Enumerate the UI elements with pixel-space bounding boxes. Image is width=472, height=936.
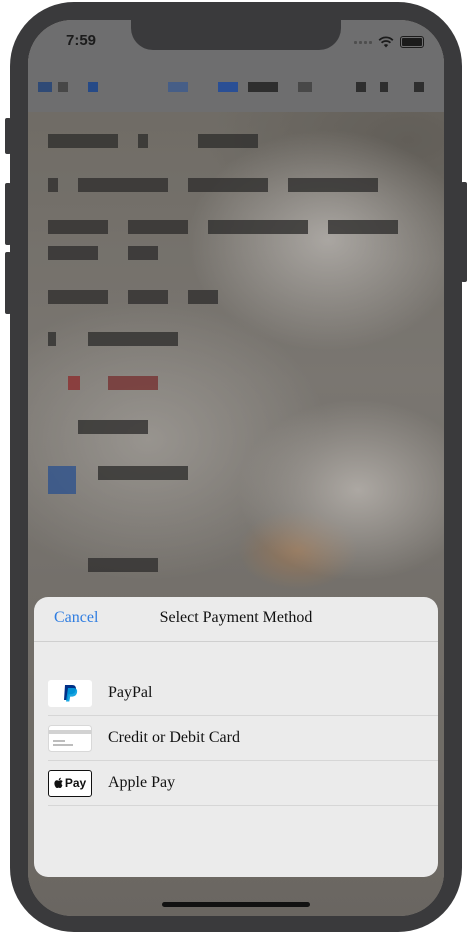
apple-logo-icon xyxy=(54,777,63,788)
apple-pay-icon: Pay xyxy=(48,769,92,797)
sheet-header: Cancel Select Payment Method xyxy=(34,597,438,642)
apple-pay-badge-text: Pay xyxy=(64,776,87,790)
payment-method-label: Apple Pay xyxy=(108,774,176,791)
paypal-icon xyxy=(48,679,92,707)
payment-method-apple-pay[interactable]: Pay Apple Pay xyxy=(48,761,438,806)
home-indicator xyxy=(162,902,310,907)
sheet-title: Select Payment Method xyxy=(159,609,313,626)
payment-method-card[interactable]: Credit or Debit Card xyxy=(48,716,438,761)
payment-method-label: PayPal xyxy=(108,684,153,701)
payment-method-label: Credit or Debit Card xyxy=(108,729,240,746)
credit-card-icon xyxy=(48,724,92,752)
payment-method-list: PayPal Credit or Debit Card Pay Apple Pa… xyxy=(48,671,438,806)
payment-method-paypal[interactable]: PayPal xyxy=(48,671,438,716)
payment-method-sheet: Cancel Select Payment Method PayPal Cred… xyxy=(34,597,438,877)
